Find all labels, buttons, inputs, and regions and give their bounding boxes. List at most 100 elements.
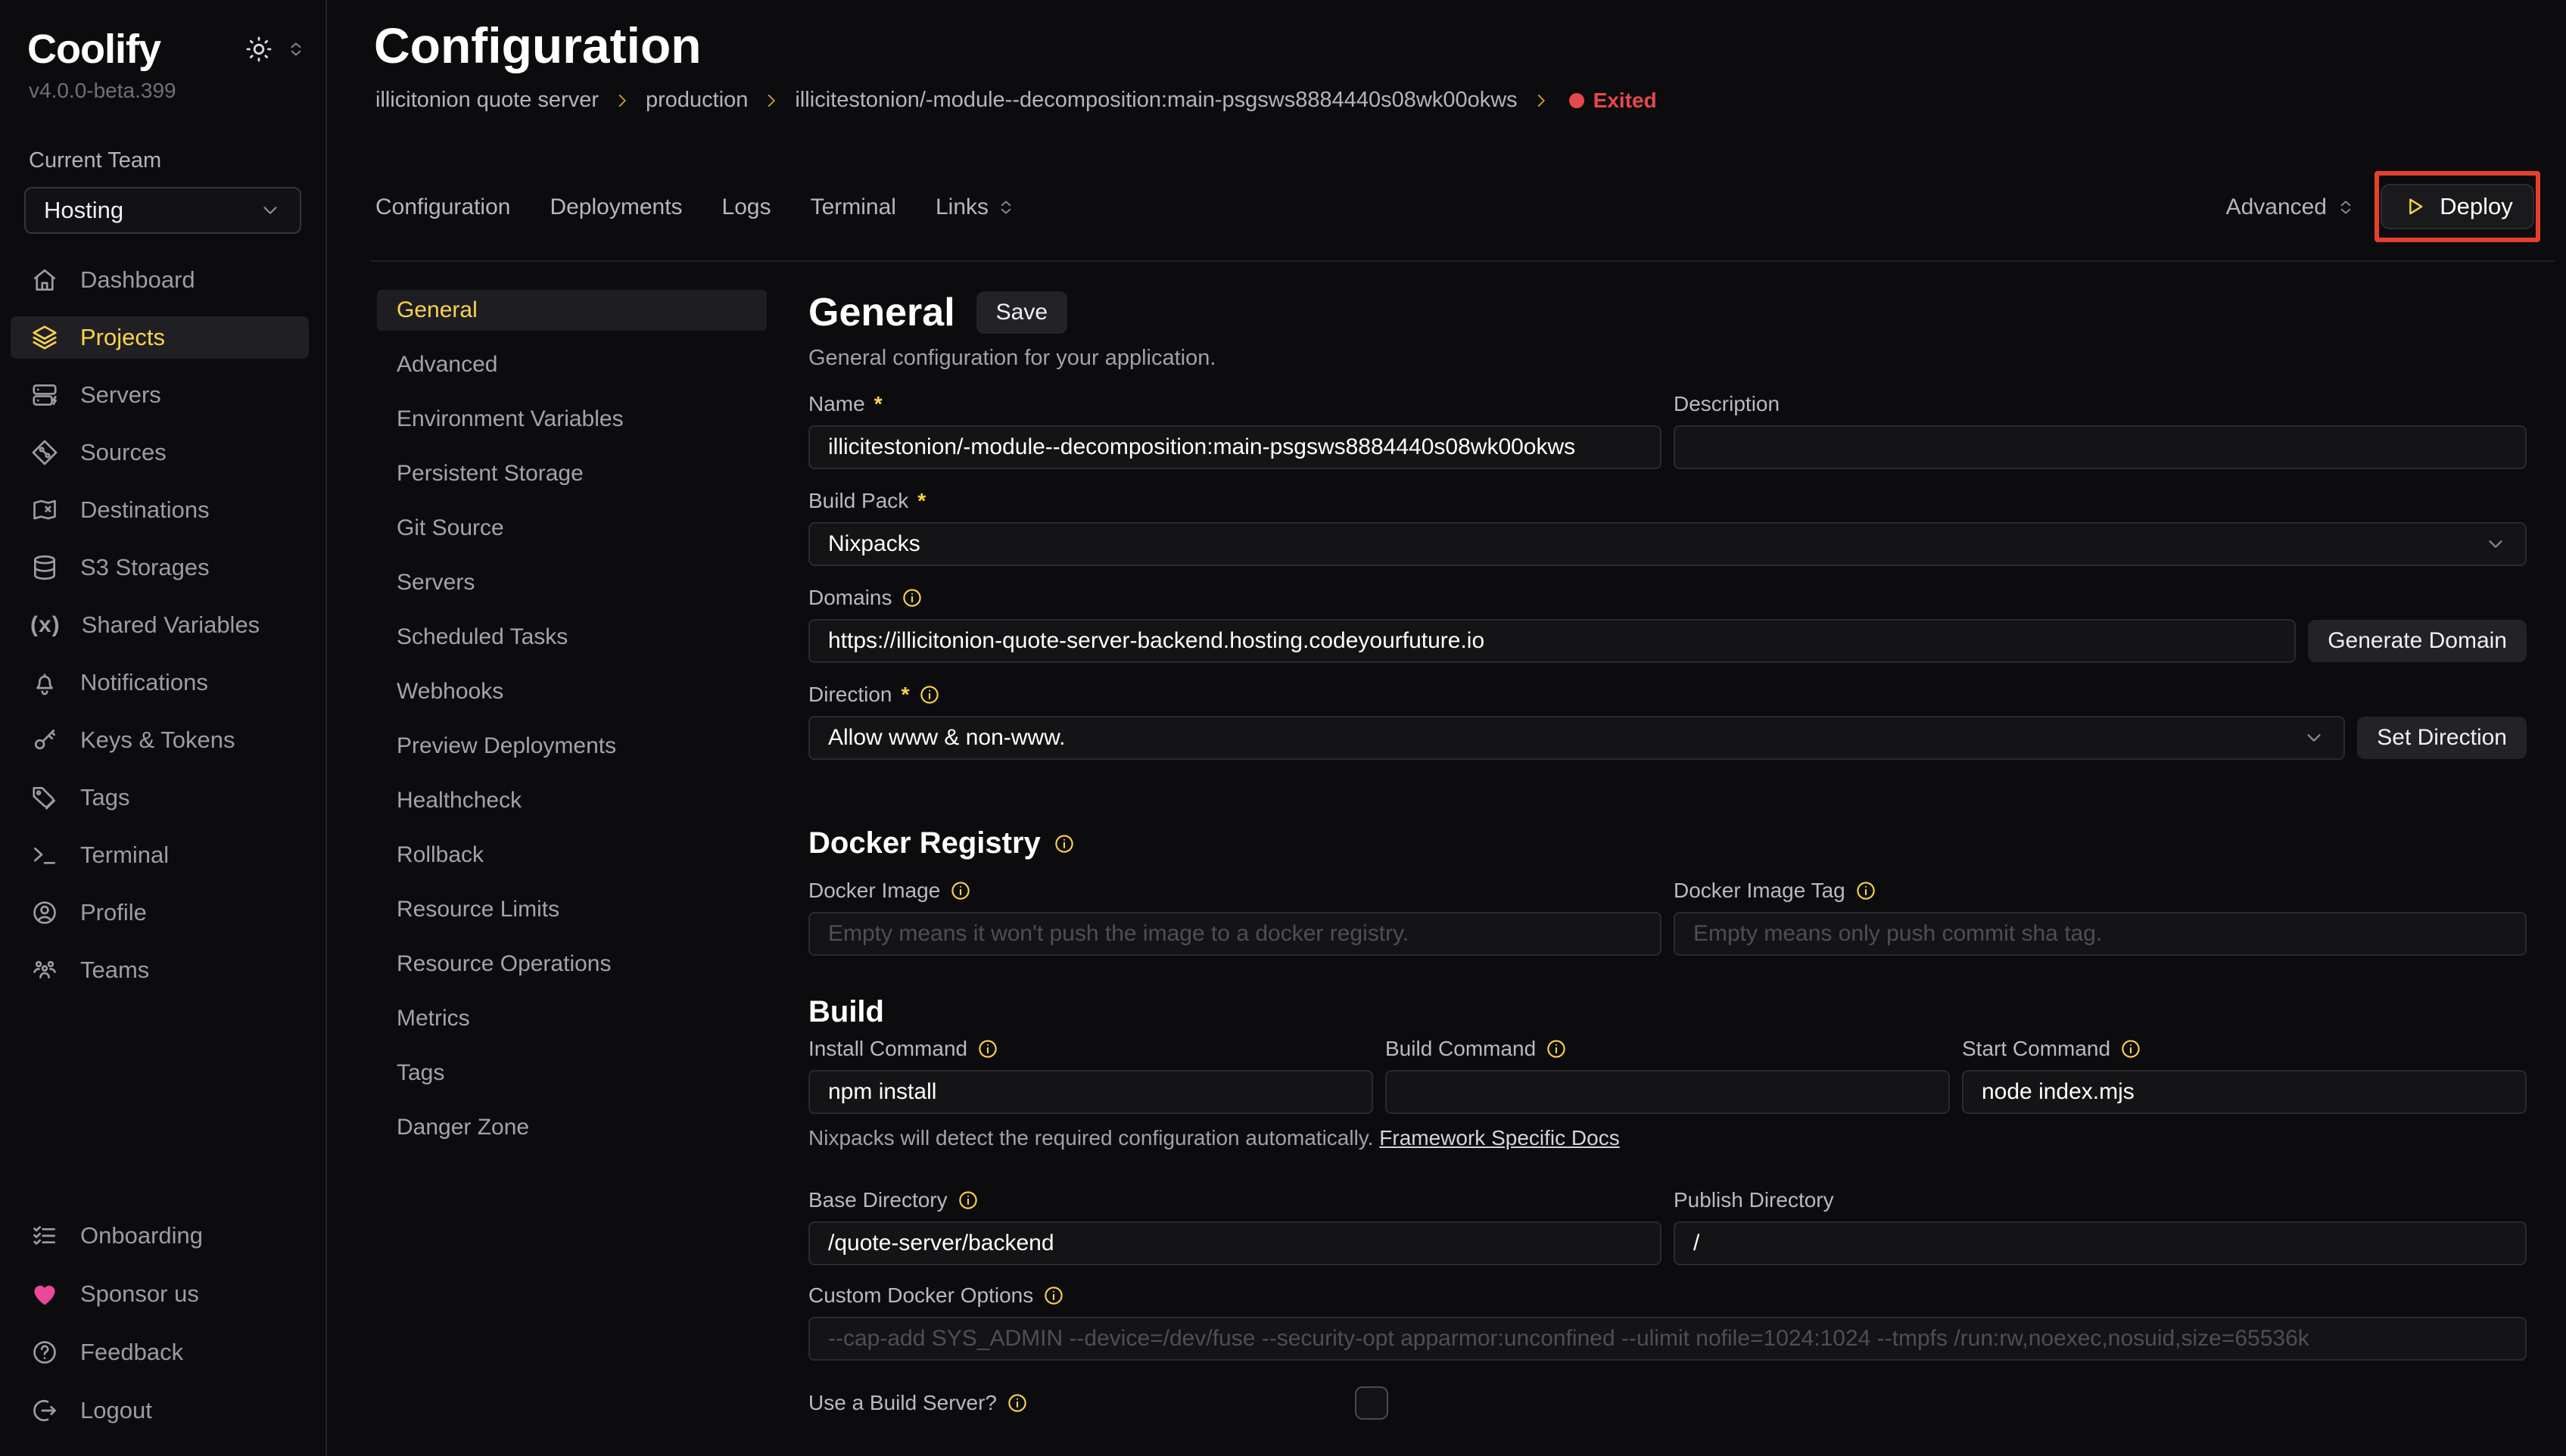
subnav-item-resource-limits[interactable]: Resource Limits — [377, 889, 767, 930]
breadcrumb-item[interactable]: illicitestonion/-module--decomposition:m… — [795, 88, 1517, 113]
publish-directory-input[interactable] — [1674, 1221, 2527, 1265]
sidebar-item-label: Projects — [80, 324, 165, 351]
info-icon[interactable] — [1545, 1038, 1568, 1060]
sponsor-us-icon — [30, 1280, 59, 1308]
subnav-item-metrics[interactable]: Metrics — [377, 998, 767, 1039]
tab-terminal[interactable]: Terminal — [811, 194, 896, 220]
sidebar: Coolify v4.0.0-beta.399 Current Team Hos… — [0, 0, 327, 1456]
config-subnav: General Advanced Environment Variables Pers… — [377, 290, 767, 1148]
sidebar-item-label: Sponsor us — [80, 1280, 199, 1308]
subnav-item-git-source[interactable]: Git Source — [377, 508, 767, 549]
tab-logs[interactable]: Logs — [722, 194, 771, 220]
subnav-item-servers[interactable]: Servers — [377, 562, 767, 603]
info-icon[interactable] — [976, 1038, 999, 1060]
tabs-divider — [371, 260, 2554, 262]
base-directory-input[interactable] — [808, 1221, 1661, 1265]
subnav-item-healthcheck[interactable]: Healthcheck — [377, 780, 767, 821]
breadcrumb-item[interactable]: illicitonion quote server — [375, 88, 599, 113]
sidebar-item-projects[interactable]: Projects — [11, 316, 309, 359]
sidebar-item-sources[interactable]: Sources — [11, 431, 309, 474]
destinations-icon — [30, 496, 59, 524]
page-title: Configuration — [374, 17, 702, 74]
description-input[interactable] — [1674, 425, 2527, 469]
onboarding-icon — [30, 1221, 59, 1250]
name-input[interactable] — [808, 425, 1661, 469]
subnav-item-rollback[interactable]: Rollback — [377, 835, 767, 876]
sidebar-item-tags[interactable]: Tags — [11, 776, 309, 819]
sidebar-item-keys-tokens[interactable]: Keys & Tokens — [11, 719, 309, 761]
generate-domain-button[interactable]: Generate Domain — [2308, 620, 2527, 662]
sidebar-item-terminal[interactable]: Terminal — [11, 834, 309, 876]
subnav-item-general[interactable]: General — [377, 290, 767, 331]
sidebar-item-onboarding[interactable]: Onboarding — [11, 1215, 309, 1257]
subnav-item-preview-deployments[interactable]: Preview Deployments — [377, 726, 767, 767]
sidebar-item-shared-variables[interactable]: (x)Shared Variables — [11, 604, 309, 646]
team-select[interactable]: Hosting — [24, 187, 301, 234]
advanced-dropdown[interactable]: Advanced — [2226, 194, 2356, 220]
build-pack-select[interactable]: Nixpacks — [808, 522, 2527, 566]
advanced-dropdown-label: Advanced — [2226, 194, 2327, 220]
sidebar-item-s3-storages[interactable]: S3 Storages — [11, 546, 309, 589]
install-command-input[interactable] — [808, 1070, 1373, 1114]
deploy-button[interactable]: Deploy — [2381, 184, 2534, 229]
tab-configuration[interactable]: Configuration — [375, 194, 510, 220]
play-icon — [2402, 194, 2427, 219]
info-icon[interactable] — [1042, 1284, 1065, 1307]
use-build-server-checkbox[interactable] — [1355, 1386, 1388, 1420]
tab-deployments[interactable]: Deployments — [550, 194, 682, 220]
sidebar-item-dashboard[interactable]: Dashboard — [11, 259, 309, 301]
general-form: General Save General configuration for y… — [808, 290, 2527, 1421]
subnav-item-danger-zone[interactable]: Danger Zone — [377, 1107, 767, 1148]
info-icon[interactable] — [1854, 879, 1877, 902]
subnav-item-resource-operations[interactable]: Resource Operations — [377, 944, 767, 985]
theme-toggle-icon[interactable] — [244, 34, 274, 64]
domains-input[interactable] — [808, 619, 2296, 663]
sidebar-item-label: Shared Variables — [82, 611, 260, 639]
info-icon[interactable] — [1053, 832, 1076, 855]
subnav-item-tags[interactable]: Tags — [377, 1053, 767, 1094]
description-label: Description — [1674, 392, 2527, 416]
info-icon[interactable] — [901, 586, 923, 609]
direction-select[interactable]: Allow www & non-www. — [808, 716, 2345, 760]
sidebar-item-label: Sources — [80, 439, 167, 466]
docker-image-tag-input[interactable] — [1674, 912, 2527, 956]
build-command-input[interactable] — [1385, 1070, 1950, 1114]
profile-icon — [30, 898, 59, 927]
chevrons-up-down-icon — [2336, 198, 2356, 217]
info-icon[interactable] — [1006, 1392, 1029, 1414]
logo-row: Coolify — [0, 0, 325, 73]
tabs-row: Configuration Deployments Logs Terminal Link… — [375, 185, 2356, 230]
info-icon[interactable] — [957, 1189, 979, 1212]
subnav-item-webhooks[interactable]: Webhooks — [377, 671, 767, 712]
subnav-item-advanced[interactable]: Advanced — [377, 344, 767, 385]
info-icon[interactable] — [918, 683, 941, 706]
sidebar-item-feedback[interactable]: Feedback — [11, 1331, 309, 1374]
set-direction-button[interactable]: Set Direction — [2357, 717, 2527, 759]
sidebar-item-teams[interactable]: Teams — [11, 949, 309, 991]
docker-image-input[interactable] — [808, 912, 1661, 956]
sidebar-item-notifications[interactable]: Notifications — [11, 661, 309, 704]
framework-docs-link[interactable]: Framework Specific Docs — [1379, 1126, 1619, 1150]
info-icon[interactable] — [2119, 1038, 2142, 1060]
subnav-item-scheduled-tasks[interactable]: Scheduled Tasks — [377, 617, 767, 658]
breadcrumb-item[interactable]: production — [646, 88, 748, 113]
terminal-icon — [30, 841, 59, 870]
custom-docker-options-input[interactable] — [808, 1317, 2527, 1361]
subnav-item-environment-variables[interactable]: Environment Variables — [377, 399, 767, 440]
sidebar-item-servers[interactable]: Servers — [11, 374, 309, 416]
sidebar-item-sponsor-us[interactable]: Sponsor us — [11, 1273, 309, 1315]
tabs: Configuration Deployments Logs Terminal Link… — [375, 194, 1016, 220]
save-button[interactable]: Save — [976, 291, 1067, 334]
sidebar-item-logout[interactable]: Logout — [11, 1389, 309, 1432]
sidebar-item-label: S3 Storages — [80, 554, 210, 581]
app-logo[interactable]: Coolify — [27, 26, 160, 73]
subnav-item-persistent-storage[interactable]: Persistent Storage — [377, 453, 767, 494]
theme-select-chevrons-icon[interactable] — [286, 39, 306, 59]
tab-links[interactable]: Links — [936, 194, 1016, 220]
info-icon[interactable] — [949, 879, 972, 902]
sidebar-item-profile[interactable]: Profile — [11, 891, 309, 934]
start-command-input[interactable] — [1962, 1070, 2527, 1114]
custom-docker-options-label: Custom Docker Options — [808, 1283, 2527, 1308]
sidebar-item-destinations[interactable]: Destinations — [11, 489, 309, 531]
sidebar-item-label: Tags — [80, 784, 129, 811]
